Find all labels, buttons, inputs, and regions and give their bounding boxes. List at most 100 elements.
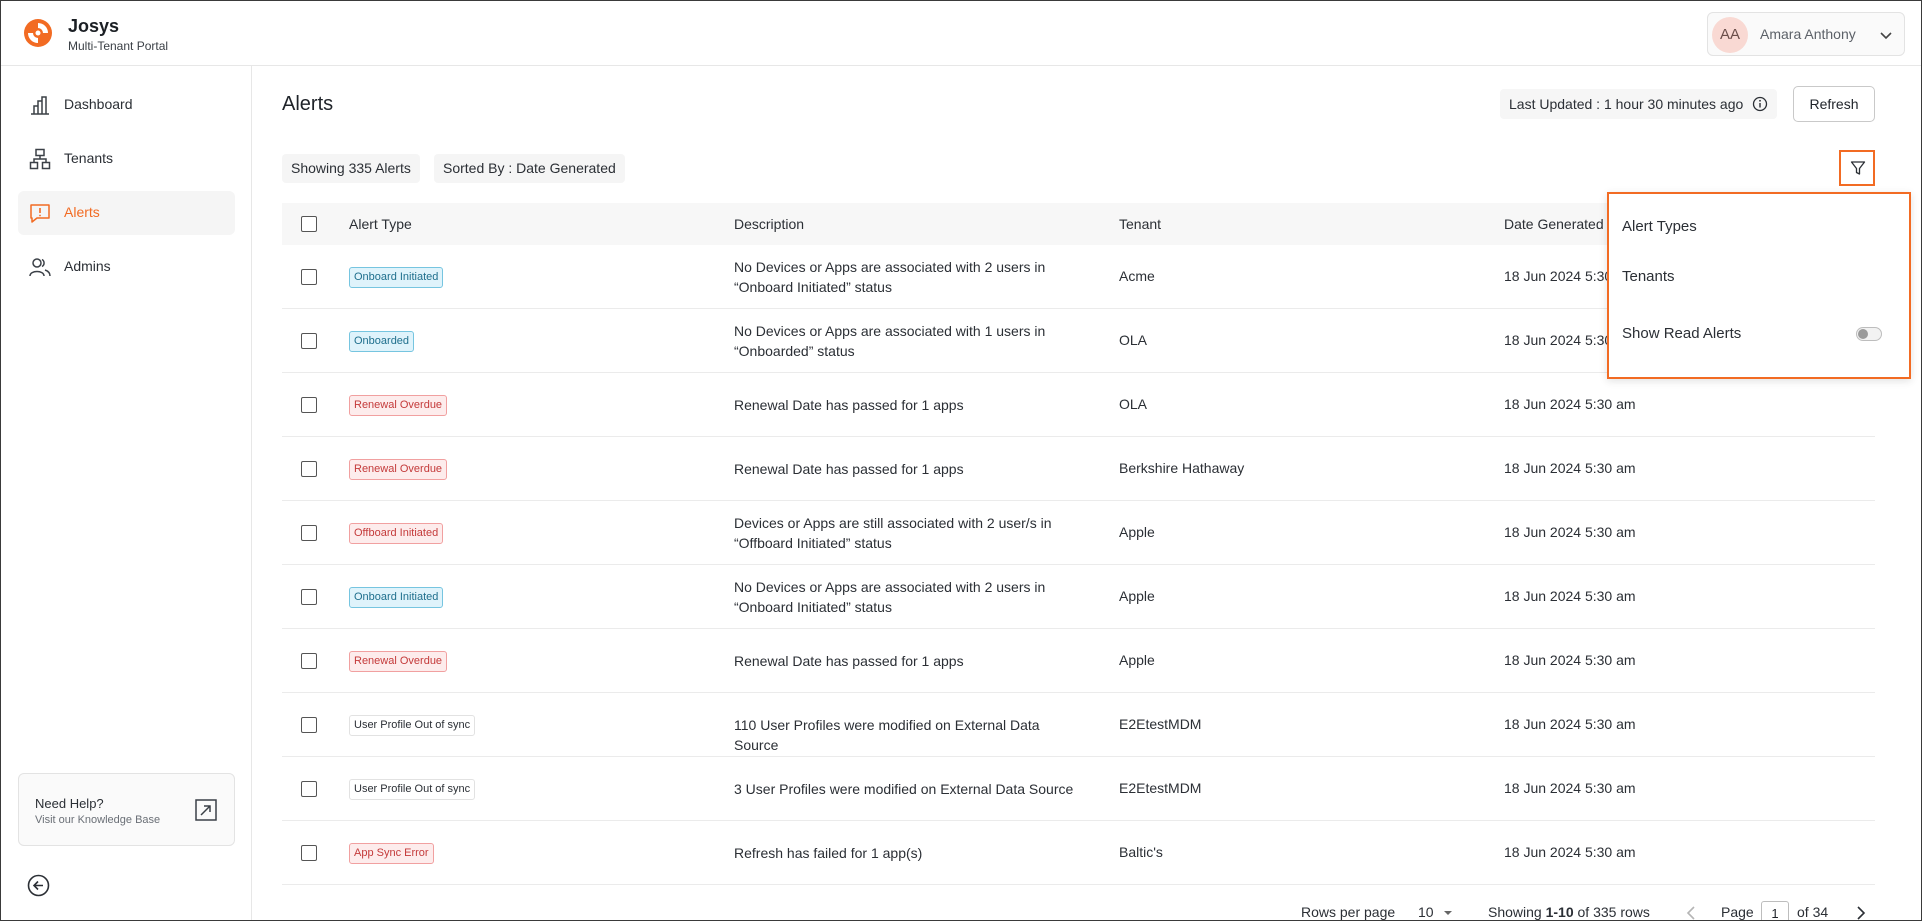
- description-line: Devices or Apps are still associated wit…: [734, 515, 1052, 531]
- description-line: “Onboard Initiated” status: [734, 599, 892, 615]
- refresh-button[interactable]: Refresh: [1793, 86, 1875, 122]
- help-title: Need Help?: [35, 796, 104, 811]
- row-checkbox[interactable]: [301, 333, 317, 349]
- description-line: No Devices or Apps are associated with 2…: [734, 579, 1046, 595]
- table-row[interactable]: Offboard Initiated Devices or Apps are st…: [282, 501, 1875, 565]
- alert-type-badge: Onboard Initiated: [349, 267, 444, 288]
- rows-per-page-label: Rows per page: [1301, 904, 1396, 920]
- caret-down-icon: [1444, 911, 1453, 915]
- page-number-input[interactable]: 1: [1761, 901, 1789, 920]
- alert-type-badge: Renewal Overdue: [349, 651, 448, 672]
- tenant-name: Acme: [1119, 268, 1155, 284]
- row-checkbox[interactable]: [301, 653, 317, 669]
- column-header-date-generated[interactable]: Date Generated: [1504, 216, 1604, 232]
- avatar: AA: [1712, 17, 1748, 53]
- info-icon[interactable]: [1752, 96, 1768, 112]
- josys-logo-icon[interactable]: [23, 18, 53, 48]
- top-bar: Josys Multi-Tenant Portal AA Amara Antho…: [1, 1, 1921, 66]
- alert-type-badge: Onboard Initiated: [349, 587, 444, 608]
- description-line: Renewal Date has passed for 1 apps: [734, 653, 964, 669]
- alert-type-badge: Renewal Overdue: [349, 459, 448, 480]
- description-line: 110 User Profiles were modified on Exter…: [734, 717, 1040, 753]
- showing-rows-text: Showing 1-10 of 335 rows: [1488, 904, 1650, 920]
- sort-chip[interactable]: Sorted By : Date Generated: [434, 154, 625, 183]
- filter-tenants[interactable]: Tenants: [1622, 268, 1675, 285]
- tenant-name: E2EtestMDM: [1119, 716, 1202, 732]
- collapse-sidebar-icon[interactable]: [27, 874, 50, 897]
- row-checkbox[interactable]: [301, 717, 317, 733]
- show-read-alerts-label: Show Read Alerts: [1622, 325, 1742, 342]
- row-checkbox[interactable]: [301, 269, 317, 285]
- rows-per-page-select[interactable]: 10: [1418, 904, 1453, 920]
- next-page-icon[interactable]: [1854, 906, 1866, 920]
- user-menu[interactable]: AA Amara Anthony: [1707, 12, 1905, 56]
- row-checkbox[interactable]: [301, 589, 317, 605]
- table-row[interactable]: User Profile Out of sync 110 User Profile…: [282, 693, 1875, 757]
- bar-chart-icon: [31, 96, 49, 115]
- sidebar-item-label: Alerts: [64, 204, 100, 220]
- alert-description: No Devices or Apps are associated with 1…: [734, 321, 1074, 361]
- user-name: Amara Anthony: [1760, 26, 1856, 42]
- alert-count-chip: Showing 335 Alerts: [282, 154, 420, 183]
- page-label: Page: [1721, 904, 1754, 920]
- filter-button[interactable]: [1839, 150, 1875, 186]
- filter-alert-types[interactable]: Alert Types: [1622, 218, 1697, 235]
- sidebar: Dashboard Tenants Alerts Admins Need Hel…: [1, 66, 252, 920]
- row-checkbox[interactable]: [301, 525, 317, 541]
- description-line: 3 User Profiles were modified on Externa…: [734, 781, 1074, 797]
- tenant-name: Baltic's: [1119, 844, 1163, 860]
- date-generated: 18 Jun 2024 5:30 am: [1504, 652, 1636, 668]
- alert-description: Renewal Date has passed for 1 apps: [734, 459, 1074, 479]
- filter-icon: [1850, 161, 1866, 175]
- date-generated: 18 Jun 2024 5:30 am: [1504, 588, 1636, 604]
- alert-message-icon: [30, 204, 50, 223]
- external-link-icon[interactable]: [194, 798, 218, 822]
- table-row[interactable]: App Sync Error Refresh has failed for 1 a…: [282, 821, 1875, 885]
- alert-description: No Devices or Apps are associated with 2…: [734, 257, 1074, 297]
- alert-description: Refresh has failed for 1 app(s): [734, 843, 1074, 863]
- alert-description: 110 User Profiles were modified on Exter…: [734, 715, 1074, 755]
- select-all-checkbox[interactable]: [301, 216, 317, 232]
- chevron-down-icon: [1880, 32, 1892, 40]
- date-generated: 18 Jun 2024 5:30 am: [1504, 780, 1636, 796]
- column-header-tenant[interactable]: Tenant: [1119, 216, 1161, 232]
- alert-type-badge: User Profile Out of sync: [349, 715, 476, 736]
- sidebar-item-tenants[interactable]: Tenants: [18, 137, 235, 181]
- table-row[interactable]: User Profile Out of sync 3 User Profiles …: [282, 757, 1875, 821]
- alert-description: Renewal Date has passed for 1 apps: [734, 395, 1074, 415]
- column-header-description[interactable]: Description: [734, 216, 804, 232]
- description-line: Refresh has failed for 1 app(s): [734, 845, 923, 861]
- sidebar-item-alerts[interactable]: Alerts: [18, 191, 235, 235]
- table-row[interactable]: Renewal Overdue Renewal Date has passed f…: [282, 373, 1875, 437]
- table-row[interactable]: Onboard Initiated No Devices or Apps are …: [282, 565, 1875, 629]
- row-checkbox[interactable]: [301, 397, 317, 413]
- table-row[interactable]: Renewal Overdue Renewal Date has passed f…: [282, 629, 1875, 693]
- date-generated: 18 Jun 2024 5:30 am: [1504, 524, 1636, 540]
- show-read-alerts-toggle[interactable]: [1856, 327, 1882, 341]
- tenant-name: OLA: [1119, 332, 1148, 348]
- sidebar-item-label: Admins: [64, 258, 111, 274]
- showing-suffix: of 335 rows: [1573, 904, 1650, 920]
- table-row[interactable]: Renewal Overdue Renewal Date has passed f…: [282, 437, 1875, 501]
- column-header-alert-type[interactable]: Alert Type: [349, 216, 412, 232]
- page-title: Alerts: [282, 93, 334, 115]
- alert-description: Renewal Date has passed for 1 apps: [734, 651, 1074, 671]
- prev-page-icon[interactable]: [1686, 906, 1698, 920]
- help-card[interactable]: Need Help? Visit our Knowledge Base: [18, 773, 235, 846]
- alert-type-badge: App Sync Error: [349, 843, 434, 864]
- row-checkbox[interactable]: [301, 461, 317, 477]
- date-generated: 18 Jun 2024 5:30 am: [1504, 396, 1636, 412]
- description-line: “Onboard Initiated” status: [734, 279, 892, 295]
- date-generated: 18 Jun 2024 5:30 am: [1504, 716, 1636, 732]
- tenant-name: Berkshire Hathaway: [1119, 460, 1245, 476]
- help-subtitle: Visit our Knowledge Base: [35, 814, 161, 826]
- alert-type-badge: Offboard Initiated: [349, 523, 444, 544]
- sidebar-item-admins[interactable]: Admins: [18, 245, 235, 289]
- description-line: “Offboard Initiated” status: [734, 535, 892, 551]
- row-checkbox[interactable]: [301, 845, 317, 861]
- row-checkbox[interactable]: [301, 781, 317, 797]
- sidebar-item-dashboard[interactable]: Dashboard: [18, 83, 235, 127]
- sidebar-item-label: Dashboard: [64, 96, 133, 112]
- description-line: Renewal Date has passed for 1 apps: [734, 461, 964, 477]
- tenant-name: OLA: [1119, 396, 1148, 412]
